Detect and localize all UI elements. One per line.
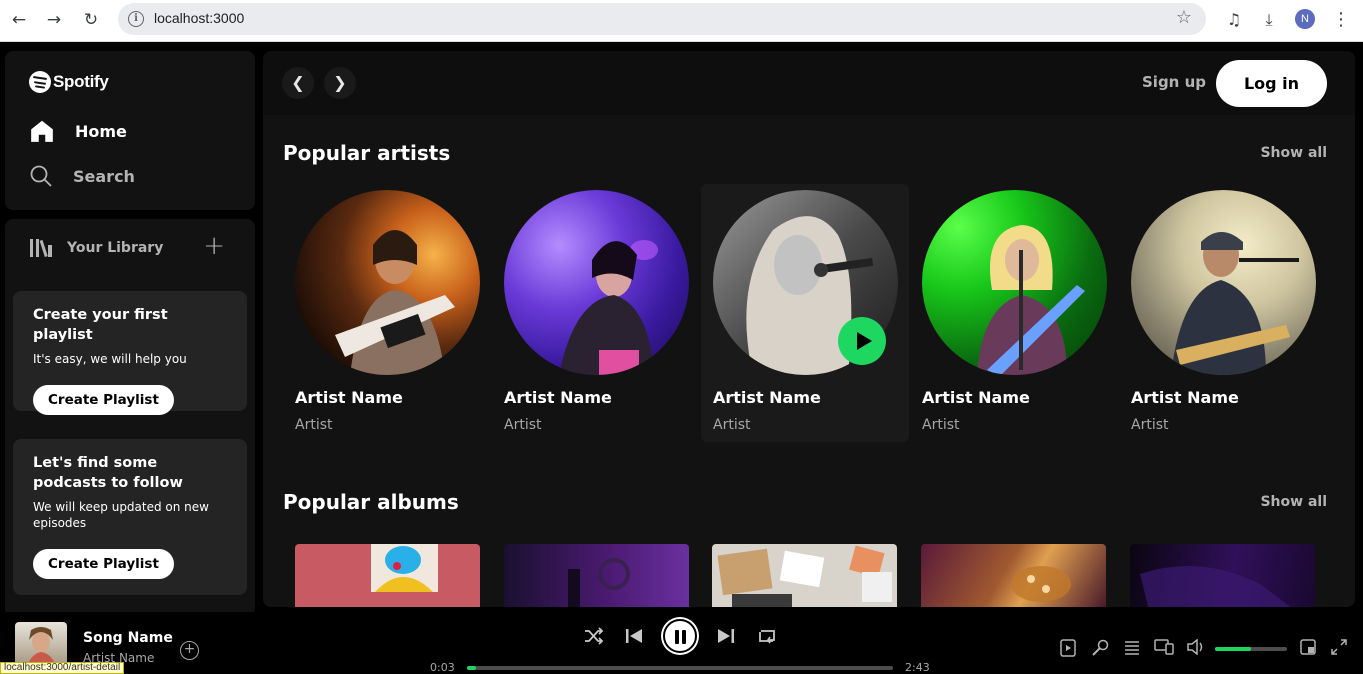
pause-icon [675,630,679,644]
login-button[interactable]: Log in [1216,60,1327,107]
address-bar[interactable]: i localhost:3000 ☆ [118,3,1206,35]
shuffle-icon[interactable] [584,627,604,645]
card-text: We will keep updated on new episodes [33,500,209,530]
artist-card[interactable]: Artist Name Artist [701,184,909,442]
artist-name: Artist Name [1131,388,1239,407]
library-header[interactable]: Your Library [29,237,163,259]
browser-menu-icon[interactable]: ⋮ [1329,8,1353,32]
chevron-left-icon[interactable]: ❮ [282,67,314,99]
library-icon [30,239,52,258]
brand-name: Spotify [53,72,109,91]
album-cover[interactable] [295,544,480,607]
main-content: ❮ ❯ Sign up Log in Popular artists Show … [263,51,1355,607]
artist-card[interactable]: Artist Name Artist [1119,184,1327,442]
card-text: It's easy, we will help you [33,352,187,366]
browser-toolbar: ← → ↻ i localhost:3000 ☆ ♫ ⤓ N ⋮ [0,0,1363,42]
pause-icon-bar [682,630,686,644]
create-playlist-button[interactable]: Create Playlist [33,549,174,579]
album-cover[interactable] [921,544,1106,607]
lyrics-icon[interactable] [1090,639,1110,659]
artist-type: Artist [922,417,960,433]
artist-photo [504,190,689,375]
section-title-albums: Popular albums [283,490,459,514]
artist-name: Artist Name [713,388,821,407]
sidebar-item-home[interactable]: Home [29,118,127,144]
section-title-artists: Popular artists [283,141,451,165]
forward-icon[interactable]: → [43,9,65,31]
artist-photo [295,190,480,375]
album-cover[interactable] [1130,544,1315,607]
add-icon[interactable]: + [203,233,225,259]
album-cover[interactable] [504,544,689,607]
volume-fill [1215,647,1251,651]
artist-card[interactable]: Artist Name Artist [283,184,491,442]
now-playing-view-icon[interactable] [1058,639,1078,659]
elapsed-time: 0:03 [430,661,455,674]
media-control-icon[interactable]: ♫ [1222,8,1246,32]
card-title: Create your first playlist [33,307,168,343]
miniplayer-icon[interactable] [1298,639,1318,659]
sidebar-item-search[interactable]: Search [29,164,135,188]
connect-device-icon[interactable] [1154,639,1174,659]
download-icon[interactable]: ⤓ [1257,8,1281,32]
progress-bar[interactable] [467,666,893,670]
create-playlist-button[interactable]: Create Playlist [33,385,174,415]
artist-photo [922,190,1107,375]
progress-fill [467,666,476,670]
chevron-right-icon[interactable]: ❯ [324,67,356,99]
artist-type: Artist [295,417,333,433]
bookmark-star-icon[interactable]: ☆ [1176,7,1192,28]
fullscreen-icon[interactable] [1329,639,1349,659]
player-bar: Song Name Artist Name + 0:03 2:43 [0,612,1363,674]
artist-card[interactable]: Artist Name Artist [910,184,1118,442]
artist-card[interactable]: Artist Name Artist [492,184,700,442]
profile-avatar[interactable]: N [1295,9,1315,29]
artist-name: Artist Name [504,388,612,407]
search-icon [30,165,52,187]
repeat-icon[interactable] [757,628,777,644]
album-cover[interactable] [712,544,897,607]
signup-button[interactable]: Sign up [1142,73,1206,91]
queue-icon[interactable] [1122,639,1142,659]
library-panel: Your Library + Create your first playlis… [5,219,255,617]
play-button[interactable] [838,317,886,365]
url-text[interactable]: localhost:3000 [154,10,244,26]
spotify-logo[interactable]: Spotify [29,71,109,93]
library-label: Your Library [67,240,164,256]
next-icon[interactable] [717,628,735,644]
back-icon[interactable]: ← [8,9,30,31]
artist-name: Artist Name [922,388,1030,407]
add-to-library-icon[interactable]: + [180,641,199,660]
play-icon [857,332,872,350]
artist-type: Artist [1131,417,1169,433]
song-title[interactable]: Song Name [83,630,173,646]
site-info-icon[interactable]: i [128,11,144,27]
pause-button[interactable] [663,619,697,653]
top-bar: ❮ ❯ Sign up Log in [263,51,1355,115]
status-bar-link: localhost:3000/artist-detail [0,662,125,674]
sidebar-item-label: Search [73,166,135,186]
artist-type: Artist [713,417,751,433]
artist-photo [1131,190,1316,375]
show-all-albums-link[interactable]: Show all [1260,494,1327,510]
sidebar-item-label: Home [75,121,127,141]
home-icon [31,120,53,142]
duration-time: 2:43 [905,661,930,674]
volume-icon[interactable] [1186,638,1206,659]
card-title: Let's find some podcasts to follow [33,455,183,491]
artist-type: Artist [504,417,542,433]
artist-name: Artist Name [295,388,403,407]
show-all-artists-link[interactable]: Show all [1260,145,1327,161]
sidebar-nav: Spotify Home Search [5,51,255,210]
create-playlist-card: Create your first playlist It's easy, we… [13,291,247,415]
podcasts-card: Let's find some podcasts to follow We wi… [13,439,247,595]
previous-icon[interactable] [625,628,643,644]
reload-icon[interactable]: ↻ [80,9,102,31]
spotify-logo-icon [29,71,51,93]
volume-slider[interactable] [1215,647,1287,651]
